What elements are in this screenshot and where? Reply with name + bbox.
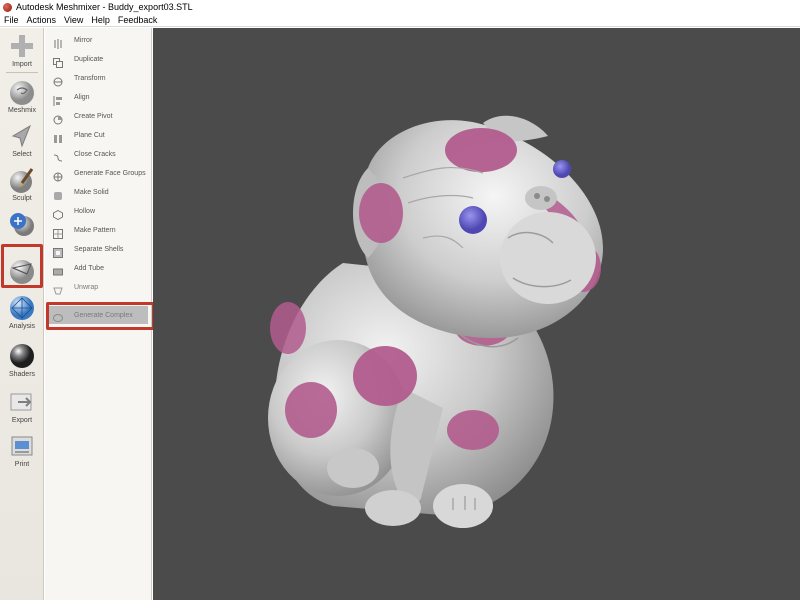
edit-item-label: Transform bbox=[74, 75, 106, 82]
pattern-icon bbox=[53, 226, 63, 239]
tool-stamp[interactable] bbox=[0, 210, 44, 238]
menu-file[interactable]: File bbox=[0, 14, 23, 26]
tool-label: Shaders bbox=[8, 371, 36, 378]
edit-item-make-solid[interactable]: Make Solid bbox=[45, 183, 152, 202]
sculpt-brush-icon bbox=[8, 166, 36, 194]
edit-item-transform[interactable]: Transform bbox=[45, 69, 152, 88]
tool-analysis[interactable]: Analysis bbox=[0, 294, 44, 331]
title-bar: Autodesk Meshmixer - Buddy_export03.STL bbox=[0, 0, 800, 14]
plane-cut-icon bbox=[53, 131, 63, 143]
tool-print[interactable]: Print bbox=[0, 432, 44, 469]
edit-item-align[interactable]: Align bbox=[45, 88, 152, 107]
tool-label: Sculpt bbox=[12, 195, 32, 202]
transform-icon bbox=[53, 74, 63, 86]
tool-label: Import bbox=[12, 61, 32, 68]
face-groups-icon bbox=[53, 169, 63, 181]
menu-bar: File Actions View Help Feedback bbox=[0, 14, 800, 27]
edit-item-plane-cut[interactable]: Plane Cut bbox=[45, 126, 152, 145]
make-solid-icon bbox=[53, 188, 63, 200]
duplicate-icon bbox=[53, 55, 63, 68]
edit-item-separate-shells[interactable]: Separate Shells bbox=[45, 240, 152, 259]
tool-label: Meshmix bbox=[7, 107, 36, 114]
tool-label: Export bbox=[11, 417, 33, 424]
tool-label: Print bbox=[14, 461, 30, 468]
edit-item-label: Unwrap bbox=[74, 284, 99, 291]
toolbar-divider bbox=[6, 72, 38, 73]
edit-item-label: Align bbox=[74, 94, 90, 101]
window-title: Autodesk Meshmixer - Buddy_export03.STL bbox=[16, 2, 193, 12]
meshmix-icon bbox=[8, 78, 36, 106]
tool-import[interactable]: Import bbox=[0, 32, 44, 69]
edit-item-label: Mirror bbox=[74, 37, 93, 44]
dog-model[interactable] bbox=[153, 28, 800, 600]
edit-item-label: Create Pivot bbox=[74, 113, 113, 120]
edit-item-label: Make Solid bbox=[74, 189, 109, 196]
tool-select[interactable]: Select bbox=[0, 122, 44, 159]
edit-item-close-cracks[interactable]: Close Cracks bbox=[45, 145, 152, 164]
meshmixer-logo-icon bbox=[3, 2, 12, 12]
edit-item-label: Close Cracks bbox=[74, 151, 116, 158]
edit-item-duplicate[interactable]: Duplicate bbox=[45, 50, 152, 69]
stamp-icon bbox=[8, 210, 36, 238]
edit-item-label: Add Tube bbox=[74, 265, 104, 272]
analysis-icon bbox=[8, 294, 36, 322]
tool-export[interactable]: Export bbox=[0, 388, 44, 425]
edit-item-label: Hollow bbox=[74, 208, 96, 215]
edit-item-unwrap[interactable]: Unwrap bbox=[45, 278, 152, 297]
export-icon bbox=[8, 388, 36, 416]
shaders-icon bbox=[8, 342, 36, 370]
tool-label: Analysis bbox=[8, 323, 36, 330]
unwrap-icon bbox=[53, 283, 63, 294]
menu-feedback[interactable]: Feedback bbox=[114, 14, 162, 26]
close-cracks-icon bbox=[53, 150, 63, 161]
menu-help[interactable]: Help bbox=[87, 14, 114, 26]
edit-item-add-tube[interactable]: Add Tube bbox=[45, 259, 152, 278]
select-arrow-icon bbox=[8, 122, 36, 150]
edit-item-label: Separate Shells bbox=[74, 246, 124, 253]
edit-item-label: Make Pattern bbox=[74, 227, 116, 234]
generate-complex-highlight-frame bbox=[46, 302, 155, 330]
edit-item-mirror[interactable]: Mirror bbox=[45, 31, 152, 50]
tool-shaders[interactable]: Shaders bbox=[0, 342, 44, 379]
hollow-icon bbox=[53, 207, 63, 220]
edit-item-label: Plane Cut bbox=[74, 132, 105, 139]
align-icon bbox=[53, 93, 63, 106]
3d-viewport[interactable] bbox=[153, 28, 800, 600]
print-icon bbox=[8, 432, 36, 460]
mirror-icon bbox=[53, 36, 63, 49]
edit-item-hollow[interactable]: Hollow bbox=[45, 202, 152, 221]
menu-actions[interactable]: Actions bbox=[23, 14, 61, 26]
shells-icon bbox=[53, 245, 63, 258]
tool-meshmix[interactable]: Meshmix bbox=[0, 78, 44, 115]
tool-sculpt[interactable]: Sculpt bbox=[0, 166, 44, 203]
edit-item-label: Duplicate bbox=[74, 56, 104, 63]
pivot-icon bbox=[53, 112, 63, 124]
edit-item-generate-face-groups[interactable]: Generate Face Groups bbox=[45, 164, 152, 183]
edit-item-make-pattern[interactable]: Make Pattern bbox=[45, 221, 152, 240]
tube-icon bbox=[53, 264, 63, 275]
edit-tool-highlight-frame bbox=[1, 244, 43, 288]
main-toolbar: Import Meshmix Select Sculpt Analysis Sh… bbox=[0, 28, 44, 600]
tool-label: Select bbox=[12, 151, 32, 158]
plus-icon bbox=[8, 32, 36, 60]
edit-item-label: Generate Face Groups bbox=[74, 170, 146, 177]
edit-item-create-pivot[interactable]: Create Pivot bbox=[45, 107, 152, 126]
menu-view[interactable]: View bbox=[60, 14, 87, 26]
